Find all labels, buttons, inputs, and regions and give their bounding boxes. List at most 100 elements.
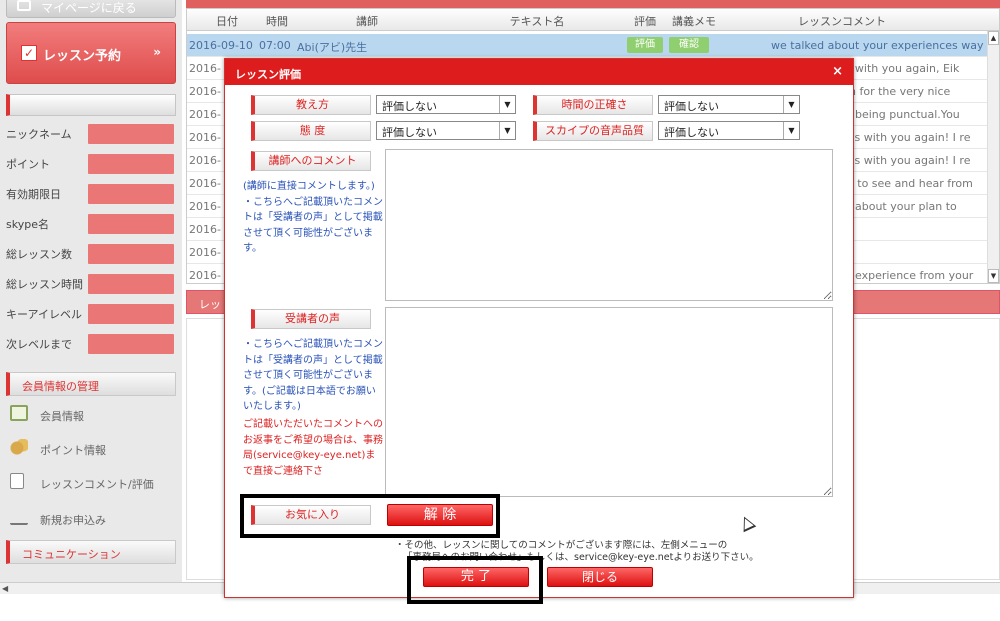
row-comment: ess with you again! I re bbox=[842, 131, 971, 144]
skype-quality-select-value: 評価しない bbox=[664, 126, 719, 139]
skype-quality-select[interactable]: 評価しない ▼ bbox=[658, 121, 800, 140]
col-memo: 講義メモ bbox=[672, 15, 716, 28]
row-teacher: Abi(アビ)先生 bbox=[297, 41, 368, 54]
info-label-total-time: 総レッスン時間 bbox=[6, 278, 83, 291]
menu-member-info[interactable]: 会員情報 bbox=[8, 404, 176, 426]
monitor-icon bbox=[17, 0, 31, 11]
id-card-icon bbox=[10, 405, 28, 421]
reserve-label: レッスン予約 bbox=[43, 49, 122, 64]
info-label-total-lessons: 総レッスン数 bbox=[6, 248, 72, 261]
row-date: 2016- bbox=[189, 269, 221, 282]
col-text: テキスト名 bbox=[509, 15, 565, 28]
row-comment: we talked about your experiences way bbox=[771, 39, 984, 52]
cart-icon bbox=[10, 509, 28, 525]
info-value-points bbox=[88, 154, 174, 174]
info-value-total-lessons bbox=[88, 244, 174, 264]
scroll-down-icon[interactable]: ▼ bbox=[988, 269, 999, 283]
row-date: 2016- bbox=[189, 85, 221, 98]
screen: マイページに戻る ✓ レッスン予約 » ニックネーム ポイント 有効期限日 sk… bbox=[0, 0, 1000, 621]
info-value-level bbox=[88, 304, 174, 324]
info-label-nickname: ニックネーム bbox=[6, 128, 72, 141]
row-comment: ess with you again! I re bbox=[842, 154, 971, 167]
close-button[interactable]: 閉じる bbox=[547, 567, 653, 587]
document-edit-icon bbox=[10, 473, 24, 489]
scroll-up-icon[interactable]: ▲ bbox=[988, 31, 999, 45]
memo-confirm-button[interactable]: 確認 bbox=[669, 37, 709, 53]
student-voice-label: 受講者の声 bbox=[251, 309, 371, 329]
dropdown-arrow-icon: ▼ bbox=[499, 96, 515, 113]
dialog-title: レッスン評価 bbox=[235, 68, 301, 81]
col-date: 日付 bbox=[216, 15, 238, 28]
row-comment: r experience from your bbox=[847, 269, 974, 282]
teaching-label: 教え方 bbox=[251, 95, 371, 115]
punctuality-select-value: 評価しない bbox=[664, 100, 719, 113]
footer-note-line2: 「事務局へのお問い合わせ」もしくは、service@key-eye.netよりお… bbox=[403, 552, 759, 563]
row-time: 07:00 bbox=[259, 39, 291, 52]
info-value-expiry bbox=[88, 184, 174, 204]
row-comment: lk with you again, Eik bbox=[842, 62, 960, 75]
grid-header: 日付 時間 講師 テキスト名 評価 講義メモ レッスンコメント bbox=[187, 9, 999, 31]
info-value-nickname bbox=[88, 124, 174, 144]
menu-lesson-comment[interactable]: レッスンコメント/評価 bbox=[8, 472, 176, 494]
member-management-section: 会員情報の管理 bbox=[6, 372, 176, 396]
menu-new-application[interactable]: 新規お申込み bbox=[8, 508, 176, 530]
student-voice-textarea[interactable] bbox=[385, 307, 833, 497]
row-date: 2016- bbox=[189, 223, 221, 236]
attitude-select-value: 評価しない bbox=[382, 126, 437, 139]
menu-label: ポイント情報 bbox=[40, 444, 106, 457]
row-comment: about your plan to bbox=[855, 200, 957, 213]
row-date: 2016- bbox=[189, 154, 221, 167]
teacher-comment-label: 講師へのコメント bbox=[251, 151, 371, 171]
dropdown-arrow-icon: ▼ bbox=[783, 122, 799, 139]
menu-point-info[interactable]: ポイント情報 bbox=[8, 438, 176, 460]
skype-quality-label: スカイプの音声品質 bbox=[533, 121, 653, 141]
row-date: 2016- bbox=[189, 108, 221, 121]
row-date: 2016-09-10 bbox=[189, 39, 253, 52]
row-date: 2016- bbox=[189, 246, 221, 259]
communication-section: コミュニケーション bbox=[6, 540, 176, 564]
punctuality-label: 時間の正確さ bbox=[533, 95, 653, 115]
back-to-mypage-button[interactable]: マイページに戻る bbox=[6, 0, 176, 18]
favorite-release-button[interactable]: 解 除 bbox=[387, 504, 493, 526]
student-voice-note: ・こちらへご記載頂いたコメントは「受講者の声」として掲載させて頂く可能性がござい… bbox=[243, 339, 383, 412]
main-top-bar bbox=[186, 0, 1000, 8]
double-chevron-right-icon: » bbox=[153, 45, 161, 59]
dialog-header: レッスン評価 × bbox=[225, 59, 853, 85]
back-label: マイページに戻る bbox=[41, 1, 137, 15]
col-teacher: 講師 bbox=[356, 15, 378, 28]
section-title: レッ bbox=[199, 298, 221, 311]
info-label-next-level: 次レベルまで bbox=[6, 338, 72, 351]
check-icon: ✓ bbox=[21, 45, 37, 61]
complete-button[interactable]: 完 了 bbox=[423, 567, 529, 587]
favorite-label: お気に入り bbox=[251, 505, 371, 525]
info-label-level: キーアイレベル bbox=[6, 308, 83, 321]
row-comment: e to see and hear from bbox=[847, 177, 973, 190]
teacher-comment-textarea[interactable] bbox=[385, 149, 833, 301]
grid-vertical-scrollbar[interactable]: ▲ ▼ bbox=[987, 31, 999, 283]
lesson-rating-dialog: レッスン評価 × 教え方 評価しない ▼ 時間の正確さ 評価しない ▼ 態 度 … bbox=[224, 58, 854, 598]
row-comment: being punctual.You bbox=[855, 108, 960, 121]
row-date: 2016- bbox=[189, 62, 221, 75]
attitude-label: 態 度 bbox=[251, 121, 371, 141]
sidebar: マイページに戻る ✓ レッスン予約 » ニックネーム ポイント 有効期限日 sk… bbox=[0, 0, 182, 582]
student-voice-reply-note: ご記載いただいたコメントへのお返事をご希望の場合は、事務局(service@ke… bbox=[243, 419, 383, 477]
close-icon[interactable]: × bbox=[832, 64, 843, 79]
scroll-left-icon[interactable]: ◀ bbox=[2, 584, 8, 593]
punctuality-select[interactable]: 評価しない ▼ bbox=[658, 95, 800, 114]
attitude-select[interactable]: 評価しない ▼ bbox=[376, 121, 516, 140]
col-time: 時間 bbox=[266, 15, 288, 28]
table-row-selected[interactable]: 2016-09-10 07:00 Abi(アビ)先生 評価 確認 we talk… bbox=[187, 34, 999, 57]
teaching-select[interactable]: 評価しない ▼ bbox=[376, 95, 516, 114]
lesson-reserve-button[interactable]: ✓ レッスン予約 » bbox=[6, 22, 176, 84]
col-comment: レッスンコメント bbox=[798, 15, 886, 28]
row-date: 2016- bbox=[189, 200, 221, 213]
teacher-comment-note: (講師に直接コメントします。) ・こちらへご記載頂いたコメントは「受講者の声」と… bbox=[243, 181, 383, 254]
info-label-skype: skype名 bbox=[6, 218, 49, 231]
menu-label: レッスンコメント/評価 bbox=[40, 478, 154, 491]
rate-button[interactable]: 評価 bbox=[627, 37, 663, 53]
teaching-select-value: 評価しない bbox=[382, 100, 437, 113]
info-label-expiry: 有効期限日 bbox=[6, 188, 61, 201]
info-value-next-level bbox=[88, 334, 174, 354]
row-comment: h for the very nice bbox=[849, 85, 951, 98]
dropdown-arrow-icon: ▼ bbox=[783, 96, 799, 113]
